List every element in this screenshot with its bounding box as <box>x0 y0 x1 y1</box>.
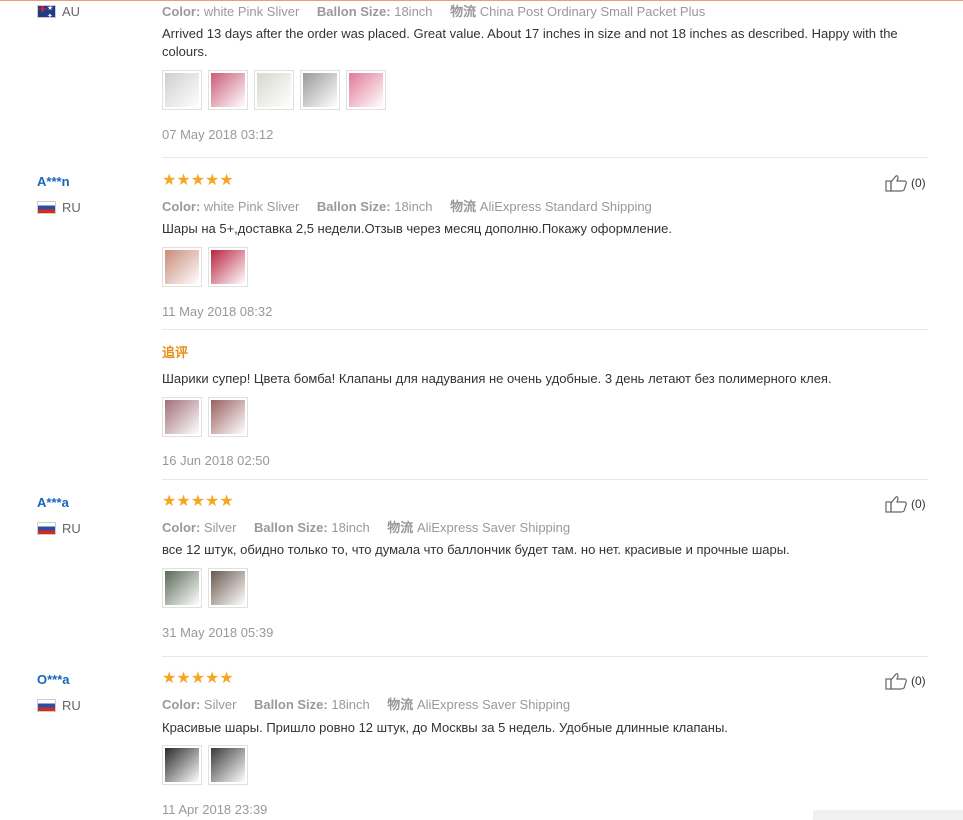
shipping-key: 物流 <box>450 4 477 19</box>
review-date: 07 May 2018 03:12 <box>162 127 274 142</box>
review-photo[interactable] <box>208 745 248 785</box>
review-text: Arrived 13 days after the order was plac… <box>162 26 898 59</box>
helpful-button[interactable]: (0) <box>885 174 926 192</box>
review-photo[interactable] <box>300 70 340 110</box>
followup-photos <box>162 397 248 437</box>
review-photo[interactable] <box>346 70 386 110</box>
reviewer-country: RU <box>37 521 81 536</box>
review-photos <box>162 568 248 608</box>
review-divider <box>162 157 928 158</box>
color-key: Color: <box>162 199 201 214</box>
star-rating: ★★★★★ <box>162 670 234 687</box>
shipping-value: China Post Ordinary Small Packet Plus <box>479 4 706 19</box>
review-photo[interactable] <box>208 70 248 110</box>
reviewer-name[interactable]: O***a <box>37 672 70 687</box>
review-attributes: Color: Silver Ballon Size: 18inch 物流 Ali… <box>162 694 570 713</box>
size-value: 18inch <box>331 520 370 535</box>
followup-divider <box>162 329 928 330</box>
color-key: Color: <box>162 4 201 19</box>
review-photo[interactable] <box>208 568 248 608</box>
size-value: 18inch <box>394 199 433 214</box>
review-date: 11 May 2018 08:32 <box>162 304 273 319</box>
size-key: Ballon Size: <box>316 4 391 19</box>
review-photos <box>162 247 248 287</box>
followup-text: Шарики супер! Цвета бомба! Клапаны для н… <box>162 371 832 386</box>
review-divider <box>162 656 928 657</box>
color-value: white Pink Sliver <box>203 199 300 214</box>
size-value: 18inch <box>394 4 433 19</box>
review-attributes: Color: white Pink Sliver Ballon Size: 18… <box>162 1 705 20</box>
color-value: Silver <box>203 697 237 712</box>
followup-date: 16 Jun 2018 02:50 <box>162 453 270 468</box>
country-code: RU <box>62 698 81 713</box>
australia-flag-icon <box>37 5 56 18</box>
shipping-key: 物流 <box>387 697 414 712</box>
thumbs-up-icon <box>885 496 907 513</box>
review-photo[interactable] <box>162 70 202 110</box>
reviewer-name[interactable]: A***n <box>37 174 70 189</box>
review-photo[interactable] <box>208 397 248 437</box>
thumbs-up-icon <box>885 673 907 690</box>
shipping-value: AliExpress Saver Shipping <box>416 697 571 712</box>
review-photos <box>162 70 386 110</box>
star-rating: ★★★★★ <box>162 172 234 189</box>
followup-label: 追评 <box>162 345 189 360</box>
review-text: Шары на 5+,доставка 2,5 недели.Отзыв чер… <box>162 221 672 236</box>
shipping-value: AliExpress Standard Shipping <box>479 199 652 214</box>
review-divider <box>162 479 928 480</box>
helpful-count: (0) <box>911 176 926 190</box>
review-photo[interactable] <box>208 247 248 287</box>
helpful-count: (0) <box>911 674 926 688</box>
size-value: 18inch <box>331 697 370 712</box>
country-code: RU <box>62 521 81 536</box>
review-text: Красивые шары. Пришло ровно 12 штук, до … <box>162 720 728 735</box>
russia-flag-icon <box>37 522 56 535</box>
country-code: AU <box>62 4 81 19</box>
review-date: 31 May 2018 05:39 <box>162 625 274 640</box>
review-photo[interactable] <box>254 70 294 110</box>
review-photo[interactable] <box>162 397 202 437</box>
review-attributes: Color: Silver Ballon Size: 18inch 物流 Ali… <box>162 517 570 536</box>
horizontal-scrollbar[interactable] <box>813 810 963 820</box>
color-key: Color: <box>162 697 201 712</box>
size-key: Ballon Size: <box>254 697 328 712</box>
helpful-button[interactable]: (0) <box>885 672 926 690</box>
color-value: white Pink Sliver <box>203 4 300 19</box>
size-key: Ballon Size: <box>316 199 391 214</box>
reviewer-country: RU <box>37 698 81 713</box>
country-code: RU <box>62 200 81 215</box>
size-key: Ballon Size: <box>254 520 328 535</box>
color-value: Silver <box>203 520 237 535</box>
star-rating: ★★★★★ <box>162 493 234 510</box>
shipping-key: 物流 <box>450 199 477 214</box>
color-key: Color: <box>162 520 201 535</box>
shipping-value: AliExpress Saver Shipping <box>416 520 571 535</box>
helpful-count: (0) <box>911 497 926 511</box>
review-photo[interactable] <box>162 745 202 785</box>
reviewer-country: RU <box>37 200 81 215</box>
thumbs-up-icon <box>885 175 907 192</box>
russia-flag-icon <box>37 699 56 712</box>
review-photo[interactable] <box>162 247 202 287</box>
review-photo[interactable] <box>162 568 202 608</box>
shipping-key: 物流 <box>387 520 414 535</box>
helpful-button[interactable]: (0) <box>885 495 926 513</box>
review-photos <box>162 745 248 785</box>
russia-flag-icon <box>37 201 56 214</box>
review-attributes: Color: white Pink Sliver Ballon Size: 18… <box>162 196 652 215</box>
reviewer-country: AU <box>37 4 80 19</box>
review-date: 11 Apr 2018 23:39 <box>162 802 268 817</box>
review-text: все 12 штук, обидно только то, что думал… <box>162 542 790 557</box>
reviewer-name[interactable]: A***a <box>37 495 69 510</box>
